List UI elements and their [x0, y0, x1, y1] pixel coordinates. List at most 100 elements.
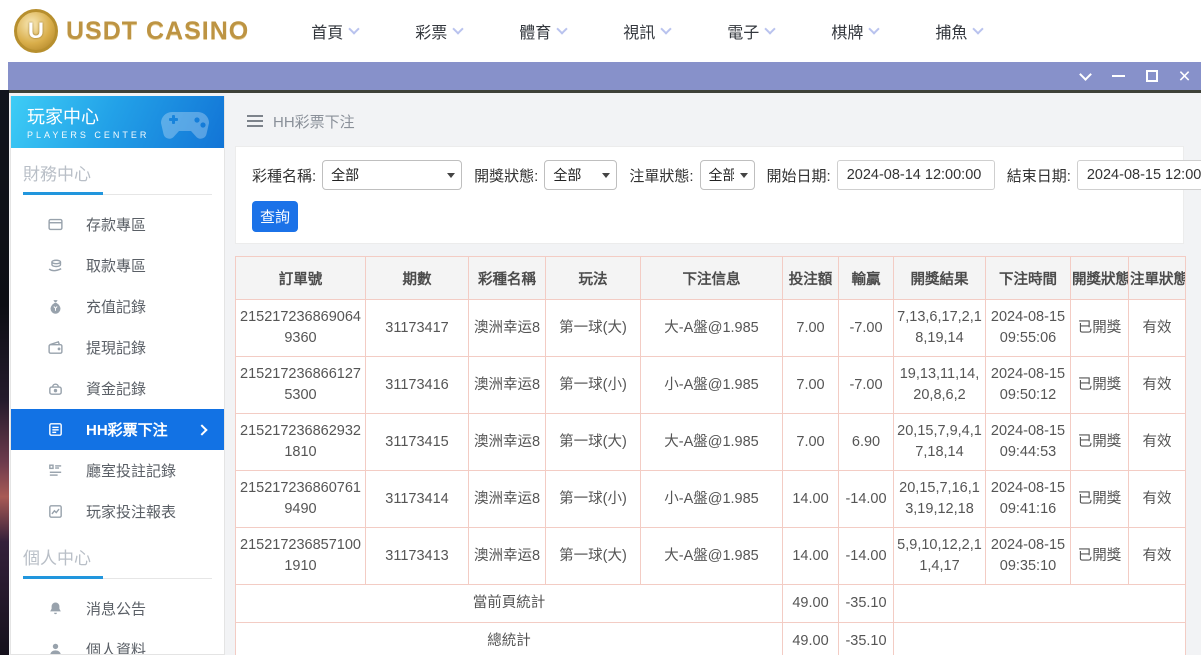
main-content: HH彩票下注 彩種名稱: 全部 開獎狀態: 全部 注單狀態: — [235, 96, 1184, 655]
cell: 14.00 — [783, 471, 839, 528]
sidebar-item-funds-records[interactable]: 資金記錄 — [11, 368, 224, 409]
cell: 14.00 — [783, 528, 839, 585]
page-header: HH彩票下注 — [235, 96, 1184, 146]
nav-item-home[interactable]: 首頁 — [311, 19, 358, 43]
minimize-icon — [1112, 75, 1125, 77]
bet-records-table: 訂單號 期數 彩種名稱 玩法 下注信息 投注額 輸贏 開獎結果 下注時間 開獎狀… — [235, 256, 1186, 655]
window-title-bar: × — [8, 62, 1201, 90]
end-date-input[interactable] — [1077, 160, 1201, 190]
sidebar-item-profile[interactable]: 個人資料 — [11, 629, 224, 655]
sidebar-item-room-bet-records[interactable]: 廳室投註記錄 — [11, 450, 224, 491]
search-button[interactable]: 查詢 — [252, 201, 298, 232]
cell: 19,13,11,14,20,8,6,2 — [894, 357, 986, 414]
cell: 有效 — [1129, 357, 1186, 414]
page-summary-row: 當前頁統計 49.00 -35.10 — [236, 585, 1186, 623]
summary-empty — [894, 623, 1186, 655]
sidebar-item-withdrawal-records[interactable]: 提現記錄 — [11, 327, 224, 368]
cell: 31173415 — [366, 414, 469, 471]
cell: 已開獎 — [1071, 528, 1129, 585]
cell: 31173416 — [366, 357, 469, 414]
cell: 20,15,7,9,4,17,18,14 — [894, 414, 986, 471]
top-navigation: 首頁 彩票 體育 視訊 電子 棋牌 捕魚 — [311, 19, 982, 43]
cell: -7.00 — [839, 357, 894, 414]
table-row: 2152172368661275300 31173416 澳洲幸运8 第一球(小… — [236, 357, 1186, 414]
cell: 2024-08-15 09:44:53 — [986, 414, 1071, 471]
cell: 有效 — [1129, 471, 1186, 528]
col-header-order-no: 訂單號 — [236, 257, 366, 300]
start-date-input[interactable] — [837, 160, 995, 190]
summary-winloss-total: -35.10 — [839, 585, 894, 623]
desktop-background-strip — [0, 90, 9, 655]
chevron-down-icon — [349, 23, 360, 34]
window-maximize-button[interactable] — [1135, 62, 1168, 90]
chevron-down-icon — [453, 23, 464, 34]
sidebar-item-hh-lottery-bets[interactable]: HH彩票下注 — [11, 409, 224, 450]
cell: 5,9,10,12,2,11,4,17 — [894, 528, 986, 585]
section-title-finance: 財務中心 — [23, 160, 212, 185]
cell: 7.00 — [783, 300, 839, 357]
window-collapse-button[interactable] — [1069, 62, 1102, 90]
sidebar-item-player-bet-report[interactable]: 玩家投注報表 — [11, 491, 224, 532]
summary-label: 當前頁統計 — [236, 585, 783, 623]
chevron-down-icon — [869, 23, 880, 34]
cell: 第一球(大) — [546, 414, 641, 471]
chevron-down-icon — [557, 23, 568, 34]
lottery-name-select[interactable]: 全部 — [322, 160, 462, 190]
gamepad-icon — [156, 104, 214, 142]
hamburger-menu-icon[interactable] — [247, 115, 263, 127]
nav-item-video[interactable]: 視訊 — [623, 19, 670, 43]
start-date-label: 開始日期: — [767, 165, 831, 186]
window-minimize-button[interactable] — [1102, 62, 1135, 90]
sidebar-item-withdraw-zone[interactable]: 取款專區 — [11, 245, 224, 286]
cell: 2024-08-15 09:41:16 — [986, 471, 1071, 528]
col-header-win-loss: 輸贏 — [839, 257, 894, 300]
coin-logo-icon: U — [14, 9, 58, 53]
brand-logo[interactable]: U USDT CASINO — [14, 9, 249, 53]
chevron-down-icon — [661, 23, 672, 34]
nav-item-sports[interactable]: 體育 — [519, 19, 566, 43]
cell: 2024-08-15 09:55:06 — [986, 300, 1071, 357]
wallet-icon — [46, 339, 64, 357]
cell: 澳洲幸运8 — [469, 357, 546, 414]
report-icon — [46, 503, 64, 521]
nav-item-lottery[interactable]: 彩票 — [415, 19, 462, 43]
purse-icon — [46, 380, 64, 398]
nav-item-fishing[interactable]: 捕魚 — [935, 19, 982, 43]
close-icon: × — [1178, 66, 1190, 87]
cell: -14.00 — [839, 471, 894, 528]
cell: 2152172368661275300 — [236, 357, 366, 414]
chevron-down-icon — [1079, 68, 1092, 81]
sidebar-item-recharge-records[interactable]: 充值記錄 — [11, 286, 224, 327]
sidebar-item-announcements[interactable]: 消息公告 — [11, 588, 224, 629]
cell: -7.00 — [839, 300, 894, 357]
cell: 澳洲幸运8 — [469, 471, 546, 528]
top-bar: U USDT CASINO 首頁 彩票 體育 視訊 電子 棋牌 捕魚 — [0, 0, 1201, 62]
draw-status-select-wrapper: 全部 — [544, 160, 617, 190]
cell: 2152172368629321810 — [236, 414, 366, 471]
order-status-select[interactable]: 全部 — [700, 160, 755, 190]
sidebar-item-deposit-zone[interactable]: 存款專區 — [11, 204, 224, 245]
records-icon — [46, 462, 64, 480]
col-header-draw-result: 開獎結果 — [894, 257, 986, 300]
cell: 大-A盤@1.985 — [641, 300, 783, 357]
cell: 已開獎 — [1071, 300, 1129, 357]
cell: 澳洲幸运8 — [469, 528, 546, 585]
cell: 6.90 — [839, 414, 894, 471]
cell: 第一球(小) — [546, 471, 641, 528]
nav-item-electronic[interactable]: 電子 — [727, 19, 774, 43]
player-center-window: 玩家中心 PLAYERS CENTER 財務中心 存款專區 取款專區 充值記錄 — [9, 90, 1201, 655]
table-row: 2152172368571001910 31173413 澳洲幸运8 第一球(大… — [236, 528, 1186, 585]
col-header-bet-time: 下注時間 — [986, 257, 1071, 300]
cell: 20,15,7,16,13,19,12,18 — [894, 471, 986, 528]
bell-icon — [46, 600, 64, 618]
summary-label: 總統計 — [236, 623, 783, 655]
window-close-button[interactable]: × — [1168, 62, 1201, 90]
cell: 31173414 — [366, 471, 469, 528]
cell: 有效 — [1129, 300, 1186, 357]
draw-status-select[interactable]: 全部 — [544, 160, 617, 190]
table-header-row: 訂單號 期數 彩種名稱 玩法 下注信息 投注額 輸贏 開獎結果 下注時間 開獎狀… — [236, 257, 1186, 300]
cell: 第一球(小) — [546, 357, 641, 414]
nav-item-chess[interactable]: 棋牌 — [831, 19, 878, 43]
cell: 澳洲幸运8 — [469, 414, 546, 471]
lottery-select-wrapper: 全部 — [322, 160, 462, 190]
